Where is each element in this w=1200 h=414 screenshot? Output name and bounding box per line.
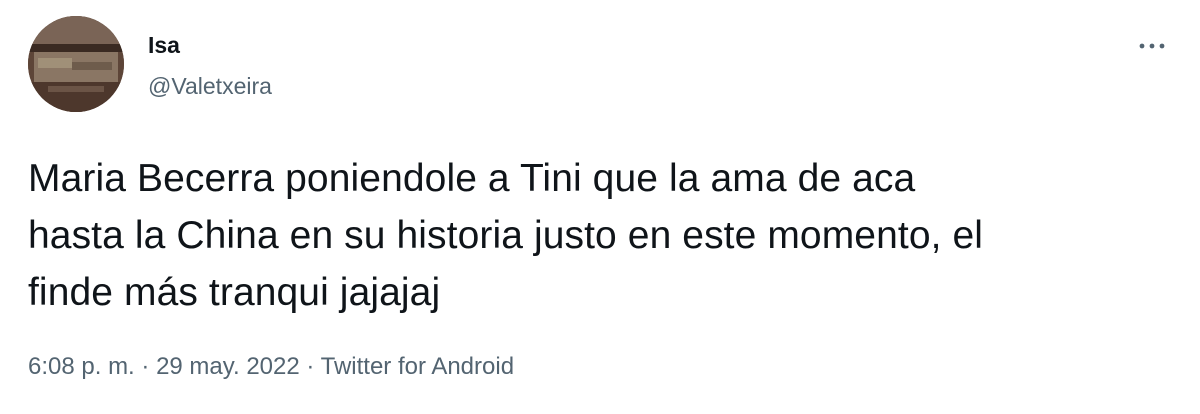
- tweet-card: Isa @Valetxeira Maria Becerra poniendole…: [0, 0, 1200, 414]
- tweet-source-link[interactable]: Twitter for Android: [321, 353, 514, 380]
- tweet-time[interactable]: 6:08 p. m.: [28, 353, 135, 380]
- user-avatar[interactable]: [28, 16, 124, 112]
- more-options-button[interactable]: [1126, 26, 1178, 66]
- tweet-date[interactable]: 29 may. 2022: [156, 353, 300, 380]
- author-display-name[interactable]: Isa: [148, 31, 180, 59]
- tweet-text: Maria Becerra poniendole a Tini que la a…: [28, 157, 984, 314]
- avatar-image: [28, 16, 124, 112]
- tweet-metadata: 6:08 p. m. · 29 may. 2022 · Twitter for …: [28, 352, 514, 382]
- meta-separator: ·: [299, 353, 321, 380]
- meta-separator: ·: [134, 353, 157, 380]
- author-handle[interactable]: @Valetxeira: [148, 72, 272, 100]
- more-dots-icon: [1139, 43, 1165, 49]
